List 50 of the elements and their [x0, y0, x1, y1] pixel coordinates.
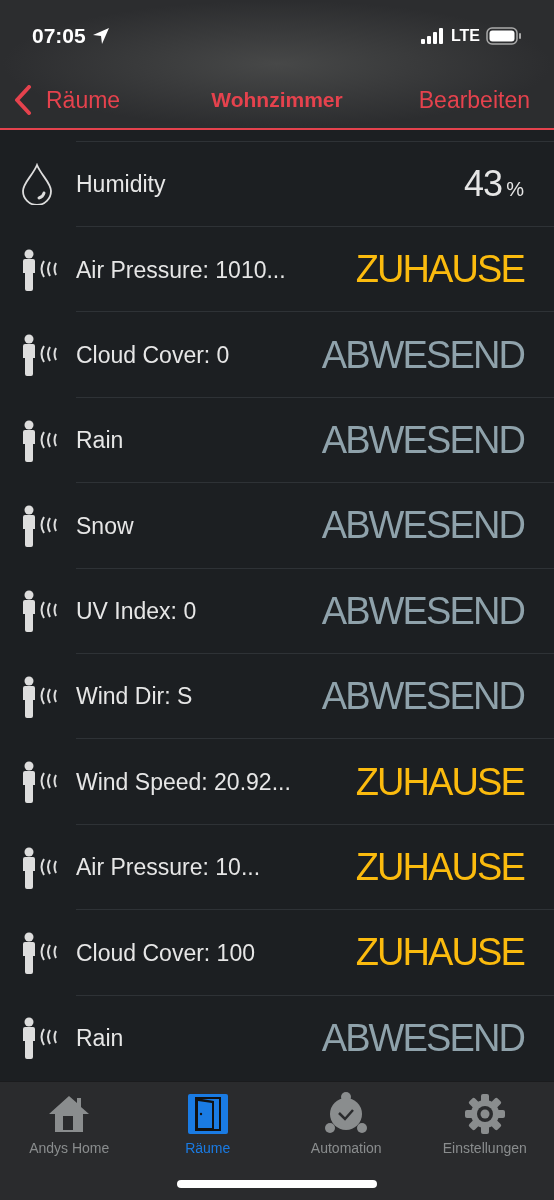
row-label: UV Index: 0: [76, 597, 198, 627]
presence-status: ABWESEND: [321, 674, 524, 720]
settings-icon: [464, 1094, 505, 1134]
person-signal-icon: [20, 419, 60, 462]
row-label: Wind Speed: 20.92...: [76, 767, 292, 797]
person-signal-icon: [20, 1017, 60, 1060]
back-button[interactable]: Räume: [14, 82, 121, 118]
row-label: Rain: [76, 1024, 125, 1054]
presence-status: ZUHAUSE: [355, 759, 524, 805]
clock-time: 07:05: [32, 23, 86, 50]
sensor-value: 43: [463, 162, 503, 207]
row-label: Air Pressure: 10...: [76, 853, 262, 883]
tab-bar-item[interactable]: Einstellungen: [415, 1092, 554, 1159]
person-signal-icon: [20, 590, 60, 633]
row-label: Cloud Cover: 100: [76, 938, 256, 968]
signal-icon: [420, 28, 445, 44]
tab-bar-item[interactable]: Räume: [138, 1092, 277, 1159]
battery-icon: [486, 27, 522, 45]
tab-bar-item[interactable]: Andys Home: [0, 1092, 139, 1159]
water-drop-icon: [20, 163, 54, 206]
presence-status: ABWESEND: [321, 418, 524, 464]
unit-label: %: [506, 177, 524, 203]
person-signal-icon: [20, 931, 60, 974]
row-label: Rain: [76, 426, 125, 456]
person-signal-icon: [20, 761, 60, 804]
presence-status: ABWESEND: [321, 588, 524, 634]
location-arrow-icon: [91, 27, 110, 45]
row-label: Air Pressure: 1010...: [76, 255, 287, 285]
row-label: Snow: [76, 511, 135, 541]
presence-status: ABWESEND: [321, 1015, 524, 1061]
row-label: Cloud Cover: 0: [76, 340, 231, 370]
person-signal-icon: [20, 675, 60, 718]
row-label: Humidity: [76, 170, 167, 200]
presence-status: ZUHAUSE: [355, 247, 524, 293]
door-icon: [187, 1094, 228, 1134]
tab-bar-item[interactable]: Automation: [277, 1092, 416, 1159]
presence-status: ABWESEND: [321, 332, 524, 378]
presence-status: ZUHAUSE: [355, 845, 524, 890]
presence-status: ABWESEND: [321, 503, 524, 549]
row-label: Wind Dir: S: [76, 682, 194, 712]
person-signal-icon: [20, 504, 60, 547]
presence-status: ZUHAUSE: [355, 930, 524, 976]
person-signal-icon: [20, 248, 60, 291]
network-label: LTE: [450, 26, 480, 46]
person-signal-icon: [20, 334, 60, 377]
edit-button[interactable]: Bearbeiten: [418, 82, 540, 118]
person-signal-icon: [20, 846, 60, 889]
chevron-left-icon: [14, 85, 32, 115]
alarm-clock-icon: [324, 1092, 369, 1134]
page-title: Wohnzimmer: [211, 87, 343, 114]
